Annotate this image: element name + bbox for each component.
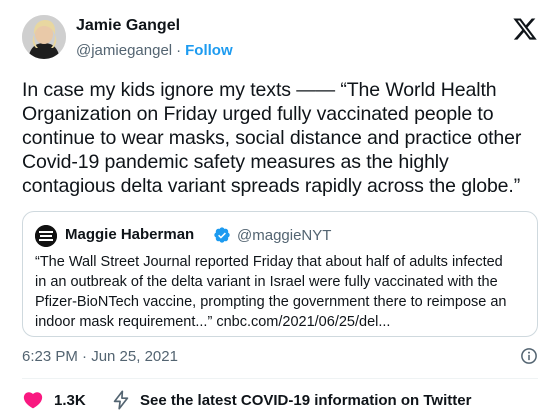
divider [22, 378, 538, 379]
quote-author-handle: @maggieNYT [237, 227, 332, 244]
quote-author-avatar [35, 225, 57, 247]
tweet-text-line: In case my kids ignore my texts —— “The … [22, 79, 497, 101]
covid-info-link[interactable]: See the latest COVID-19 information on T… [140, 392, 471, 409]
verified-badge-icon [213, 226, 231, 244]
tweet-text-line: contagious delta variant spreads rapidly… [22, 175, 521, 197]
tweet-text-line: continue to wear masks, social distance … [22, 127, 522, 149]
author-handle[interactable]: @jamiegangel [76, 42, 172, 59]
tweet-text-line: Covid-19 pandemic safety measures as the… [22, 151, 449, 173]
lightning-bolt-icon[interactable] [110, 389, 132, 411]
heart-icon[interactable] [22, 389, 44, 411]
tweet-card: Jamie Gangel @jamiegangel · Follow In case… [0, 0, 560, 420]
quote-text: “The Wall Street Journal reported Friday… [35, 252, 535, 332]
quote-text-line: “The Wall Street Journal reported Friday… [35, 254, 503, 270]
quote-text-line: in an outbreak of the delta variant in I… [35, 274, 498, 290]
follow-button[interactable]: Follow [185, 42, 233, 59]
quoted-tweet[interactable]: Maggie Haberman @maggieNYT “The Wall Str… [22, 211, 538, 337]
author-name[interactable]: Jamie Gangel [76, 17, 180, 35]
quote-text-line: Pfizer-BioNTech vaccine, prompting the g… [35, 294, 507, 310]
author-avatar-image [22, 15, 66, 59]
info-icon[interactable] [520, 347, 538, 365]
x-logo-icon[interactable] [512, 16, 538, 42]
tweet-timestamp[interactable]: 6:23 PM · Jun 25, 2021 [22, 348, 178, 365]
like-count[interactable]: 1.3K [54, 392, 86, 409]
author-avatar[interactable] [22, 15, 66, 59]
tweet-text: In case my kids ignore my texts —— “The … [22, 78, 552, 198]
quote-text-line: indoor mask requirement...” cnbc.com/202… [35, 314, 391, 330]
meta-separator: · [176, 42, 182, 59]
tweet-text-line: Organization on Friday urged fully vacci… [22, 103, 494, 125]
author-meta: @jamiegangel · Follow [76, 42, 233, 59]
quote-author-name: Maggie Haberman [65, 226, 195, 243]
